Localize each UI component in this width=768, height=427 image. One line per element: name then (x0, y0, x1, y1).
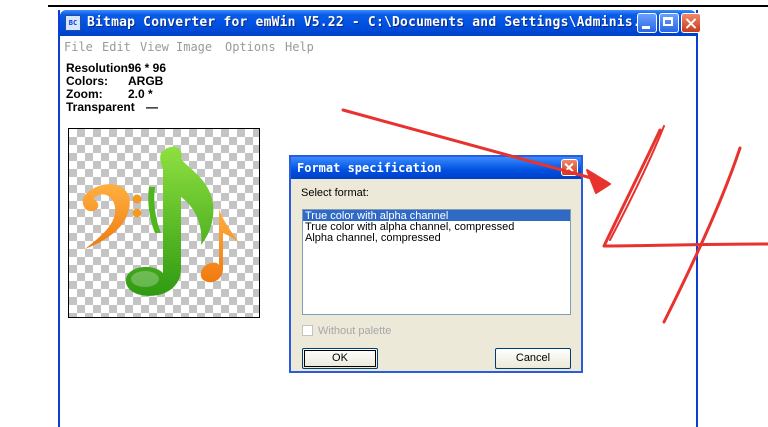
resolution-label: Resolution: (66, 61, 132, 75)
menu-help[interactable]: Help (285, 40, 314, 54)
top-rule (48, 5, 768, 7)
dialog-title-bar[interactable]: Format specification (291, 157, 581, 179)
music-notes-image (82, 146, 239, 296)
ok-button[interactable]: OK (302, 348, 378, 369)
menu-file[interactable]: File (64, 40, 93, 54)
format-listbox[interactable]: True color with alpha channel True color… (302, 209, 571, 315)
menu-edit[interactable]: Edit (102, 40, 131, 54)
menu-bar: File Edit View Image Options Help (60, 36, 696, 58)
format-option[interactable]: True color with alpha channel (303, 210, 570, 222)
title-bar[interactable]: BC Bitmap Converter for emWin V5.22 - C:… (60, 10, 701, 36)
menu-options[interactable]: Options (225, 40, 276, 54)
maximize-button[interactable] (659, 13, 679, 33)
transparent-value: — (146, 100, 158, 114)
select-format-label: Select format: (301, 187, 369, 199)
image-info: Resolution: 96 * 96 Colors: ARGB Zoom: 2.0 … (66, 62, 266, 114)
format-option[interactable]: Alpha channel, compressed (303, 232, 570, 244)
without-palette-label: Without palette (318, 325, 392, 337)
format-option[interactable]: True color with alpha channel, compresse… (303, 221, 570, 233)
window-title: Bitmap Converter for emWin V5.22 - C:\Do… (87, 15, 657, 30)
zoom-label: Zoom: (66, 87, 103, 101)
image-preview (68, 128, 260, 318)
transparent-label: Transparent (66, 100, 135, 114)
menu-view[interactable]: View (140, 40, 169, 54)
close-button[interactable] (681, 13, 701, 33)
format-dialog: Format specification Select format: True… (289, 155, 583, 373)
dialog-title: Format specification (297, 161, 442, 175)
menu-image[interactable]: Image (176, 40, 212, 54)
minimize-button[interactable] (637, 13, 657, 33)
dialog-close-button[interactable] (561, 159, 578, 176)
app-icon: BC (65, 15, 81, 31)
cancel-button[interactable]: Cancel (495, 348, 571, 369)
colors-label: Colors: (66, 74, 108, 88)
without-palette-checkbox[interactable] (302, 325, 313, 336)
